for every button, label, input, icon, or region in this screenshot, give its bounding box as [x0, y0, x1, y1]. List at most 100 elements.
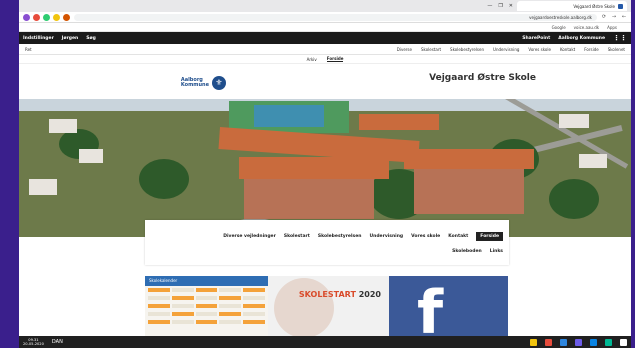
excel-icon[interactable]: [605, 338, 612, 346]
nav-diverse[interactable]: Diverse vejledninger: [223, 234, 276, 239]
extension-icon[interactable]: [53, 13, 60, 21]
system-clock[interactable]: 09.31 20-05-2020: [23, 338, 44, 346]
ribbon-item[interactable]: Skolestart: [421, 47, 441, 52]
tab-arkiv[interactable]: Arkiv: [307, 57, 317, 62]
bookmark-apps[interactable]: Apps: [607, 25, 617, 30]
logo-line: Kommune: [180, 82, 209, 88]
forward-icon[interactable]: →: [611, 14, 617, 20]
back-icon[interactable]: ←: [621, 14, 627, 20]
app-name: Aalborg Kommune: [558, 35, 605, 41]
calendar-tile[interactable]: Skolekalender: [145, 276, 268, 336]
ribbon-item[interactable]: Skolenet: [608, 47, 625, 52]
tab-forside[interactable]: Forside: [326, 56, 344, 62]
school-roof: [239, 157, 389, 179]
facebook-icon: f: [417, 278, 444, 348]
main-navigation: Forside Kontakt Vores skole Undervisning…: [145, 220, 509, 265]
nav-skoleboden[interactable]: Skoleboden: [452, 249, 482, 254]
language-indicator[interactable]: DAN: [52, 339, 63, 345]
url-input[interactable]: vejgaardoestreskole.aalborg.dk: [74, 13, 597, 21]
calendar-row: [145, 302, 268, 310]
tree: [139, 159, 189, 199]
top-bar-actions: Søg Jørgen Indstillinger: [23, 36, 96, 41]
sharepoint-top-bar: ⋮⋮ Aalborg Kommune SharePoint Søg Jørgen…: [19, 32, 631, 44]
school-roof: [359, 114, 439, 130]
house: [559, 114, 589, 128]
nav-row: Links Skoleboden: [145, 244, 509, 258]
windows-start-icon[interactable]: [620, 338, 627, 346]
house: [579, 154, 607, 168]
bookmark-google[interactable]: Google: [552, 25, 566, 30]
house: [29, 179, 57, 195]
skolestart-heading: SKOLESTART 2020: [299, 290, 381, 299]
tree: [549, 179, 599, 219]
aerial-photo: [19, 99, 631, 237]
site-header: Vejgaard Østre Skole Aalborg Kommune ⚜: [19, 64, 631, 96]
calendar-row: [145, 294, 268, 302]
calendar-row: [145, 286, 268, 294]
teams-icon[interactable]: [575, 338, 582, 346]
nav-vores-skole[interactable]: Vores skole: [411, 234, 440, 239]
explorer-icon[interactable]: [530, 338, 537, 346]
nav-undervisning[interactable]: Undervisning: [369, 234, 403, 239]
extension-icon[interactable]: [33, 13, 40, 21]
browser-tab[interactable]: Vejgaard Østre Skole: [517, 1, 627, 11]
nav-skolestart[interactable]: Skolestart: [284, 234, 310, 239]
extensions: [23, 13, 70, 21]
taskbar-apps: [530, 338, 627, 346]
calendar-title: Skolekalender: [145, 276, 268, 286]
nav-skolebestyrelsen[interactable]: Skolebestyrelsen: [318, 234, 362, 239]
browser-window: Vejgaard Østre Skole — ❐ ✕ ← → ⟳ vejgaar…: [19, 0, 631, 348]
ribbon-item[interactable]: Vores skole: [528, 47, 551, 52]
nav-kontakt[interactable]: Kontakt: [448, 234, 468, 239]
court: [254, 105, 324, 127]
settings-button[interactable]: Indstillinger: [23, 36, 54, 41]
house: [49, 119, 77, 133]
reload-icon[interactable]: ⟳: [601, 14, 607, 20]
skolestart-tile[interactable]: SKOLESTART 2020: [268, 276, 389, 336]
ribbon-item[interactable]: Forside: [584, 47, 598, 52]
house: [79, 149, 103, 163]
school-building: [244, 179, 374, 219]
close-icon[interactable]: ✕: [509, 3, 513, 9]
skolestart-year: 2020: [358, 290, 381, 299]
sub-tabs: Forside Arkiv: [19, 55, 631, 64]
skolestart-word: SKOLESTART: [298, 290, 356, 299]
facebook-tile[interactable]: f: [389, 276, 508, 348]
bookmarks-bar: Apps voice.aau.dk Google: [19, 23, 631, 32]
app-launcher-icon[interactable]: ⋮⋮: [613, 34, 627, 42]
profile-icon[interactable]: [23, 13, 30, 21]
site-label[interactable]: SharePoint: [522, 36, 550, 41]
crest-icon: ⚜: [212, 76, 226, 90]
calendar-row: [145, 310, 268, 318]
ribbon-item[interactable]: Skolebestyrelsen: [450, 47, 484, 52]
clock-date: 20-05-2020: [23, 342, 44, 346]
word-icon[interactable]: [590, 338, 597, 346]
extension-icon[interactable]: [43, 13, 50, 21]
nav-forside[interactable]: Forside: [476, 232, 503, 241]
search-button[interactable]: Søg: [86, 36, 96, 41]
school-building: [414, 169, 524, 214]
aalborg-logo[interactable]: Aalborg Kommune ⚜: [181, 76, 226, 90]
maximize-icon[interactable]: ❐: [498, 3, 502, 9]
child-photo: [274, 278, 334, 336]
ribbon-item[interactable]: Diverse: [397, 47, 412, 52]
site-favicon-icon: [618, 3, 623, 9]
nav-links[interactable]: Links: [490, 249, 503, 254]
minimize-icon[interactable]: —: [487, 3, 492, 9]
windows-taskbar: 09.31 20-05-2020 DAN: [19, 336, 631, 348]
edit-button[interactable]: Ret: [25, 47, 32, 52]
calendar-row: [145, 318, 268, 326]
bookmark-voice[interactable]: voice.aau.dk: [574, 25, 599, 30]
extension-icon[interactable]: [63, 13, 70, 21]
address-bar: ← → ⟳ vejgaardoestreskole.aalborg.dk: [19, 12, 631, 23]
site-ribbon: Skolenet Forside Kontakt Vores skole Und…: [19, 44, 631, 55]
ribbon-item[interactable]: Undervisning: [493, 47, 519, 52]
tab-strip: Vejgaard Østre Skole — ❐ ✕: [19, 0, 631, 12]
window-controls: — ❐ ✕: [487, 3, 513, 9]
user-button[interactable]: Jørgen: [62, 36, 78, 41]
school-roof: [404, 149, 534, 169]
chrome-icon[interactable]: [545, 338, 552, 346]
edge-icon[interactable]: [560, 338, 567, 346]
ribbon-item[interactable]: Kontakt: [560, 47, 575, 52]
page-title: Vejgaard Østre Skole: [429, 73, 536, 83]
